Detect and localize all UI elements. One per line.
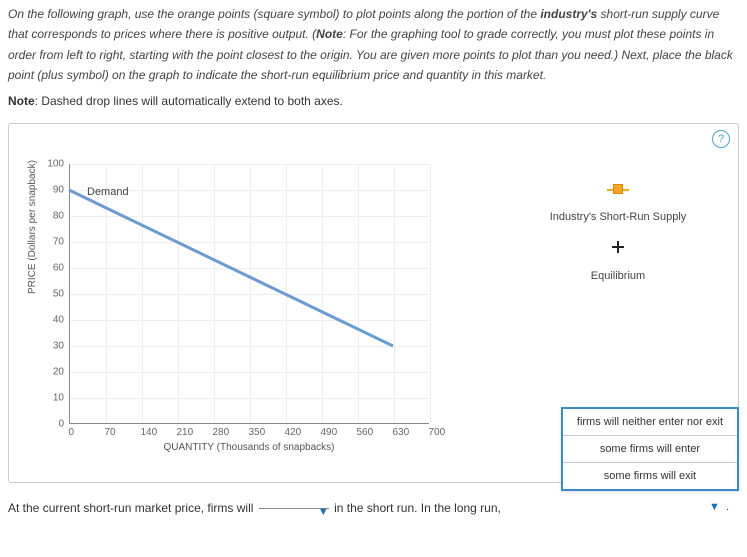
x-tick: 140 bbox=[141, 424, 142, 438]
sentence-part-1: At the current short-run market price, f… bbox=[8, 501, 253, 515]
caret-down-icon: ▼ bbox=[318, 506, 329, 518]
legend-supply-label: Industry's Short-Run Supply bbox=[528, 211, 708, 223]
y-tick: 50 bbox=[53, 288, 69, 299]
y-tick: 100 bbox=[47, 158, 69, 169]
x-tick: 630 bbox=[393, 424, 394, 438]
dropdown-options-popup: firms will neither enter nor exitsome fi… bbox=[561, 407, 739, 491]
dropdown-option[interactable]: some firms will exit bbox=[563, 463, 737, 489]
fill-in-sentence: At the current short-run market price, f… bbox=[0, 483, 747, 521]
y-tick: 10 bbox=[53, 392, 69, 403]
x-tick: 210 bbox=[177, 424, 178, 438]
plot-area[interactable]: Demand 070140210280350420490560630700010… bbox=[69, 164, 429, 424]
y-tick: 70 bbox=[53, 236, 69, 247]
legend: Industry's Short-Run Supply Equilibrium bbox=[528, 184, 708, 290]
dropdown-option[interactable]: firms will neither enter nor exit bbox=[563, 409, 737, 436]
dropdown-long-run-caret[interactable]: ▼. bbox=[709, 501, 729, 513]
note-text: Note: Dashed drop lines will automatical… bbox=[0, 86, 747, 119]
x-tick: 70 bbox=[105, 424, 106, 438]
square-icon bbox=[613, 184, 623, 194]
help-button[interactable]: ? bbox=[712, 130, 730, 148]
x-tick: 490 bbox=[321, 424, 322, 438]
y-tick: 80 bbox=[53, 210, 69, 221]
x-tick: 350 bbox=[249, 424, 250, 438]
x-tick: 280 bbox=[213, 424, 214, 438]
dropdown-short-run[interactable]: ▼ bbox=[259, 508, 329, 509]
legend-supply-symbol[interactable] bbox=[528, 184, 708, 197]
y-tick: 60 bbox=[53, 262, 69, 273]
dropdown-option[interactable]: some firms will enter bbox=[563, 436, 737, 463]
x-tick: 560 bbox=[357, 424, 358, 438]
y-tick: 40 bbox=[53, 314, 69, 325]
y-tick: 0 bbox=[58, 418, 69, 429]
instructions-text: On the following graph, use the orange p… bbox=[0, 0, 747, 86]
x-tick: 420 bbox=[285, 424, 286, 438]
sentence-part-2: in the short run. In the long run, bbox=[334, 501, 501, 515]
x-axis-label: QUANTITY (Thousands of snapbacks) bbox=[69, 442, 429, 453]
y-tick: 20 bbox=[53, 366, 69, 377]
demand-series-label: Demand bbox=[87, 186, 129, 198]
y-axis-label: PRICE (Dollars per snapback) bbox=[27, 160, 38, 294]
plus-icon bbox=[612, 241, 624, 253]
legend-equilibrium-symbol[interactable] bbox=[528, 241, 708, 256]
legend-equilibrium-label: Equilibrium bbox=[528, 270, 708, 282]
y-tick: 90 bbox=[53, 184, 69, 195]
y-tick: 30 bbox=[53, 340, 69, 351]
x-tick: 700 bbox=[429, 424, 430, 438]
